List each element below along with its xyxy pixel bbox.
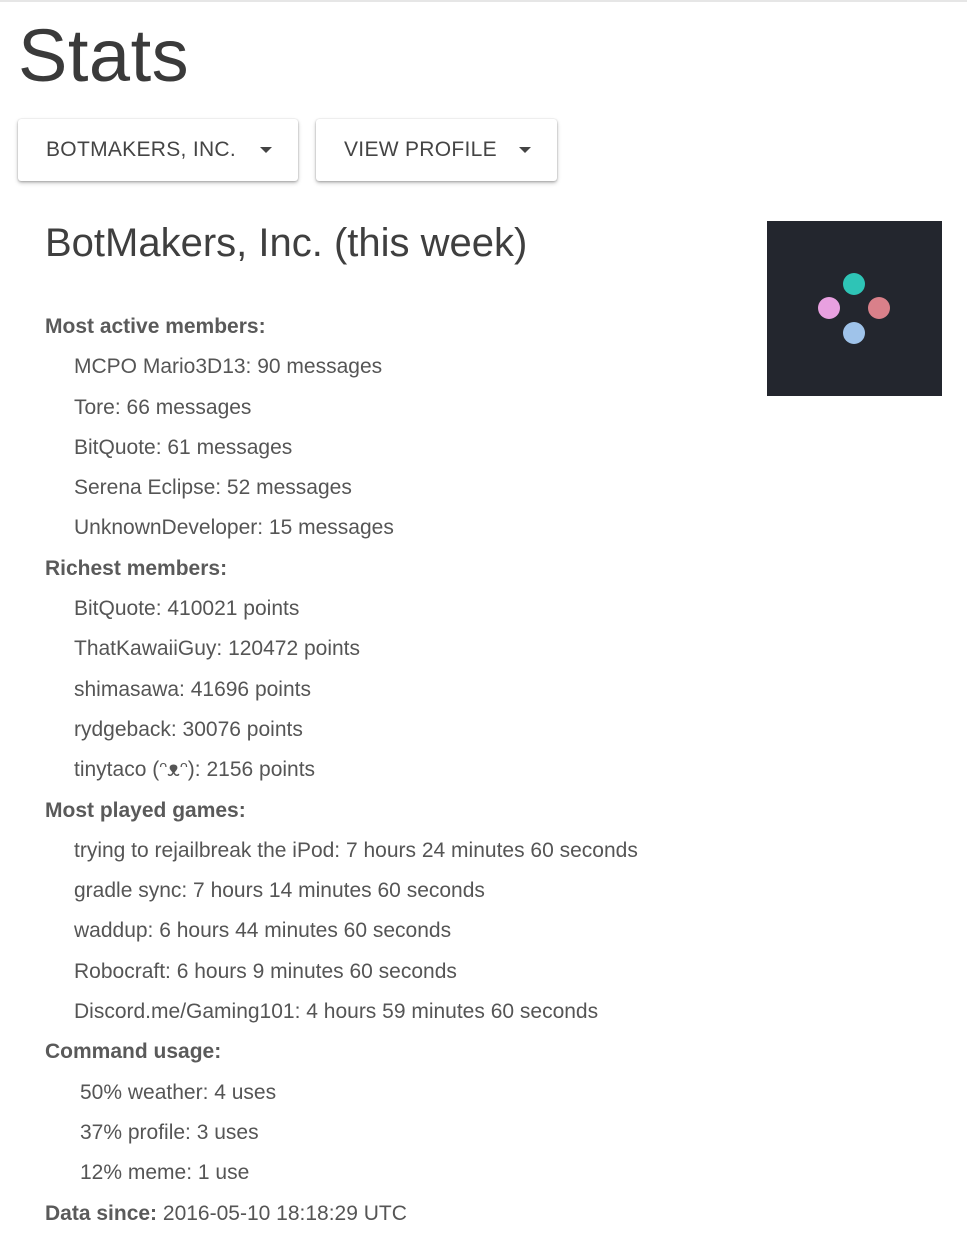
- list-item: Tore: 66 messages: [74, 395, 252, 419]
- data-since-value: 2016-05-10 18:18:29 UTC: [162, 1201, 407, 1225]
- list-item: BitQuote: 410021 points: [74, 597, 300, 621]
- list-item: MCPO Mario3D13: 90 messages: [74, 355, 383, 379]
- list-item: gradle sync: 7 hours 14 minutes 60 secon…: [74, 879, 485, 903]
- dot-left: [818, 297, 840, 319]
- top-border: [0, 0, 967, 2]
- list-item: Robocraft: 6 hours 9 minutes 60 seconds: [74, 959, 457, 983]
- caret-down-icon: [260, 147, 272, 153]
- dot-bottom: [843, 322, 865, 344]
- caret-down-icon: [519, 147, 531, 153]
- list-item: 50% weather: 4 uses: [80, 1080, 277, 1104]
- section-label-richest: Richest members:: [45, 556, 228, 580]
- list-item: ThatKawaiiGuy: 120472 points: [74, 637, 361, 661]
- list-item: BitQuote: 61 messages: [74, 435, 293, 459]
- section-label-games: Most played games:: [45, 798, 246, 822]
- section-label-commands: Command usage:: [45, 1040, 222, 1064]
- list-item: Serena Eclipse: 52 messages: [74, 476, 352, 500]
- list-item: rydgeback: 30076 points: [74, 717, 303, 741]
- view-select-dropdown[interactable]: VIEW PROFILE: [316, 119, 557, 181]
- server-select-dropdown[interactable]: BOTMAKERS, INC.: [18, 119, 298, 181]
- stats-list: Most active members: MCPO Mario3D13: 90 …: [45, 307, 745, 1234]
- data-since-row: Data since: 2016-05-10 18:18:29 UTC: [45, 1194, 745, 1234]
- server-avatar: [767, 221, 942, 396]
- list-item: shimasawa: 41696 points: [74, 677, 311, 701]
- server-select-label: BOTMAKERS, INC.: [46, 138, 237, 161]
- dot-right: [868, 297, 890, 319]
- list-item: 37% profile: 3 uses: [80, 1120, 259, 1144]
- data-since-label: Data since:: [45, 1201, 163, 1225]
- section-label-active: Most active members:: [45, 315, 266, 338]
- list-item: waddup: 6 hours 44 minutes 60 seconds: [74, 919, 452, 943]
- server-heading: BotMakers, Inc. (this week): [45, 221, 528, 265]
- list-item: trying to rejailbreak the iPod: 7 hours …: [74, 838, 638, 862]
- list-item: tinytaco (ᵔᴥᵔ): 2156 points: [74, 758, 316, 782]
- dot-top: [843, 273, 865, 295]
- list-item: UnknownDeveloper: 15 messages: [74, 516, 394, 540]
- view-select-label: VIEW PROFILE: [344, 138, 497, 161]
- page-title: Stats: [18, 14, 190, 97]
- list-item: Discord.me/Gaming101: 4 hours 59 minutes…: [74, 1000, 599, 1024]
- list-item: 12% meme: 1 use: [80, 1161, 250, 1185]
